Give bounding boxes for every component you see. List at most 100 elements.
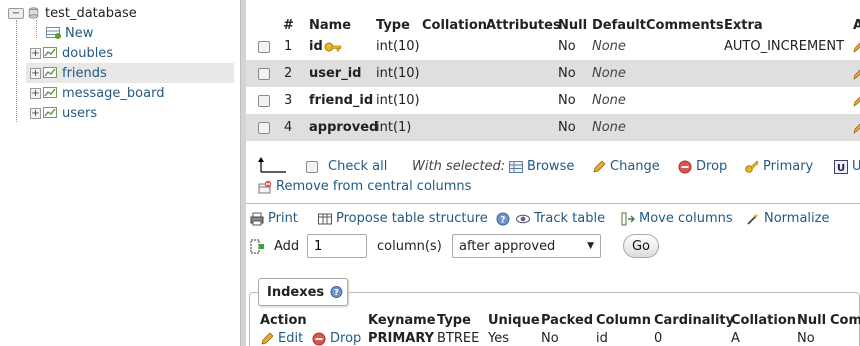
index-unique: Yes bbox=[488, 331, 509, 346]
index-drop-label[interactable]: Drop bbox=[330, 331, 361, 346]
move-columns-label[interactable]: Move columns bbox=[639, 211, 733, 226]
key-icon bbox=[745, 160, 759, 173]
col-header-extra[interactable]: Extra bbox=[724, 18, 763, 33]
col-header-comments[interactable]: Comments bbox=[646, 18, 724, 33]
expand-icon[interactable]: + bbox=[30, 87, 41, 99]
go-label[interactable]: Go bbox=[632, 239, 650, 254]
pencil-icon[interactable] bbox=[852, 121, 860, 135]
index-drop-link[interactable]: Drop bbox=[312, 331, 361, 346]
browse-label[interactable]: Browse bbox=[527, 159, 574, 174]
print-icon bbox=[250, 212, 264, 225]
expand-icon[interactable]: + bbox=[30, 47, 41, 59]
sidebar-item-label[interactable]: friends bbox=[62, 66, 107, 81]
tree-item-new[interactable]: New bbox=[46, 23, 93, 43]
svg-text:?: ? bbox=[334, 287, 339, 297]
idx-header-type: Type bbox=[437, 313, 471, 328]
collapse-icon[interactable]: − bbox=[8, 7, 24, 19]
index-edit-link[interactable]: Edit bbox=[260, 331, 303, 346]
normalize-link[interactable]: Normalize bbox=[746, 211, 829, 226]
row-checkbox[interactable] bbox=[258, 122, 270, 134]
col-header-null[interactable]: Null bbox=[558, 18, 587, 33]
divider bbox=[246, 203, 860, 204]
row-checkbox[interactable] bbox=[258, 68, 270, 80]
change-label[interactable]: Change bbox=[610, 159, 660, 174]
change-button[interactable]: Change bbox=[592, 159, 660, 174]
propose-structure-link[interactable]: Propose table structure ? bbox=[318, 211, 514, 226]
column-null: No bbox=[558, 66, 576, 81]
structure-panel: # Name Type Collation Attributes Null De… bbox=[246, 0, 860, 346]
with-selected-label: With selected: bbox=[412, 159, 506, 174]
column-extra: AUTO_INCREMENT bbox=[724, 39, 845, 54]
sidebar-item-label[interactable]: message_board bbox=[62, 86, 164, 101]
check-all-checkbox[interactable] bbox=[306, 160, 318, 173]
index-null: No bbox=[797, 331, 815, 346]
table-row[interactable]: 1 id int(10) No None AUTO_INCREMENT bbox=[246, 33, 860, 60]
column-position-select[interactable]: after approved ▼ bbox=[452, 234, 601, 258]
unique-label[interactable]: U bbox=[852, 159, 860, 174]
sidebar-item-label[interactable]: New bbox=[65, 26, 93, 41]
column-number: 3 bbox=[284, 93, 293, 108]
database-name[interactable]: test_database bbox=[45, 6, 137, 21]
go-button[interactable]: Go bbox=[623, 234, 659, 258]
column-null: No bbox=[558, 39, 576, 54]
track-table-label[interactable]: Track table bbox=[534, 211, 605, 226]
normalize-label[interactable]: Normalize bbox=[764, 211, 829, 226]
row-checkbox[interactable] bbox=[258, 95, 270, 107]
print-label[interactable]: Print bbox=[268, 211, 298, 226]
browse-button[interactable]: Browse bbox=[509, 159, 574, 174]
track-table-link[interactable]: Track table bbox=[516, 211, 605, 226]
row-checkbox[interactable] bbox=[258, 41, 270, 53]
col-header-collation[interactable]: Collation bbox=[422, 18, 487, 33]
drop-label[interactable]: Drop bbox=[696, 159, 727, 174]
unique-button[interactable]: U U bbox=[834, 159, 860, 174]
svg-text:?: ? bbox=[500, 215, 505, 225]
primary-button[interactable]: Primary bbox=[745, 159, 813, 174]
table-icon bbox=[43, 67, 57, 78]
remove-central-columns-label[interactable]: Remove from central columns bbox=[276, 179, 471, 194]
col-header-attributes[interactable]: Attributes bbox=[486, 18, 561, 33]
help-icon[interactable]: ? bbox=[496, 212, 510, 226]
index-row: Edit Drop PRIMARY BTREE Yes No id 0 A No bbox=[250, 331, 860, 346]
help-icon[interactable]: ? bbox=[330, 285, 343, 299]
col-header-name[interactable]: Name bbox=[309, 18, 351, 33]
idx-header-comment: Com bbox=[830, 313, 860, 328]
drop-button[interactable]: Drop bbox=[678, 159, 727, 174]
index-edit-label[interactable]: Edit bbox=[278, 331, 303, 346]
tree-item-users[interactable]: + users bbox=[30, 103, 97, 123]
sidebar-item-label[interactable]: doubles bbox=[62, 46, 113, 61]
tree-item-doubles[interactable]: + doubles bbox=[30, 43, 113, 63]
col-header-default[interactable]: Default bbox=[592, 18, 646, 33]
column-position-value[interactable]: after approved bbox=[459, 239, 555, 254]
sidebar-item-label[interactable]: users bbox=[62, 106, 97, 121]
expand-icon[interactable]: + bbox=[30, 67, 41, 79]
svg-text:U: U bbox=[837, 163, 845, 174]
tree-item-message-board[interactable]: + message_board bbox=[30, 83, 164, 103]
index-collation: A bbox=[731, 331, 740, 346]
col-header-type[interactable]: Type bbox=[376, 18, 410, 33]
table-row[interactable]: 3 friend_id int(10) No None bbox=[246, 87, 860, 114]
tree-connector bbox=[16, 20, 17, 122]
column-count-input[interactable] bbox=[307, 234, 367, 258]
pencil-icon[interactable] bbox=[852, 67, 860, 81]
unique-icon: U bbox=[834, 159, 848, 174]
propose-structure-label[interactable]: Propose table structure bbox=[336, 211, 488, 226]
index-type: BTREE bbox=[437, 331, 480, 346]
column-number: 1 bbox=[284, 39, 293, 54]
move-columns-link[interactable]: Move columns bbox=[621, 211, 733, 226]
print-link[interactable]: Print bbox=[250, 211, 298, 226]
pencil-icon[interactable] bbox=[852, 94, 860, 108]
indexes-legend[interactable]: Indexes ? bbox=[258, 278, 348, 306]
tree-item-friends[interactable]: + friends bbox=[26, 63, 234, 83]
column-default: None bbox=[592, 39, 626, 54]
wand-icon bbox=[747, 212, 759, 225]
tree-database-row[interactable]: − test_database bbox=[8, 3, 137, 23]
index-cardinality: 0 bbox=[654, 331, 663, 346]
table-row[interactable]: 2 user_id int(10) No None bbox=[246, 60, 860, 87]
remove-central-columns-button[interactable]: Remove from central columns bbox=[258, 179, 471, 194]
pencil-icon[interactable] bbox=[852, 40, 860, 54]
table-row[interactable]: 4 approved int(1) No None bbox=[246, 114, 860, 141]
indexes-table-header: Action Keyname Type Unique Packed Column… bbox=[250, 313, 860, 331]
check-all-label[interactable]: Check all bbox=[328, 159, 387, 174]
expand-icon[interactable]: + bbox=[30, 107, 41, 119]
primary-label[interactable]: Primary bbox=[763, 159, 813, 174]
